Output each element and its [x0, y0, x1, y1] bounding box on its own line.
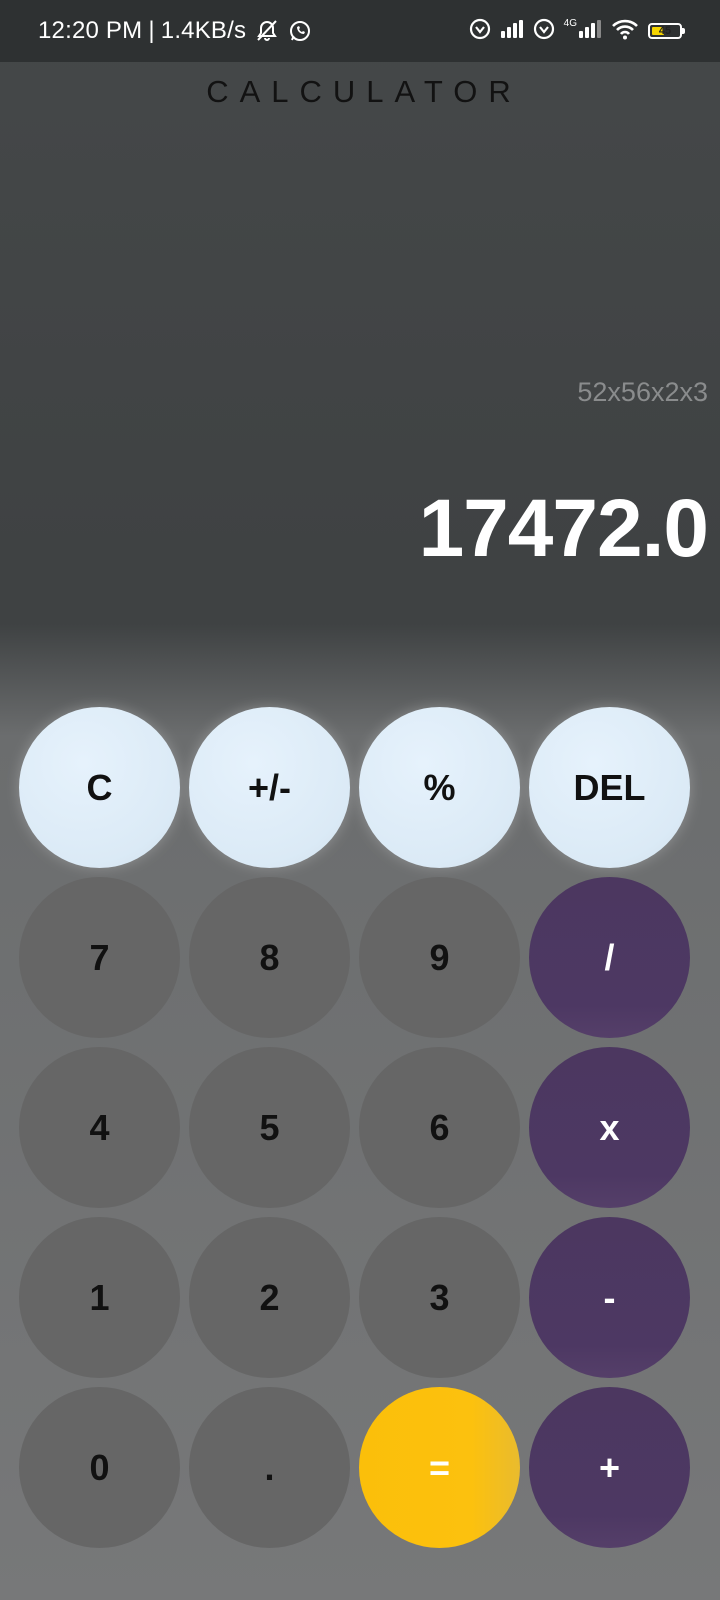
delete-button[interactable]: DEL: [529, 707, 690, 868]
digit-4-button[interactable]: 4: [19, 1047, 180, 1208]
digit-8-label: 8: [259, 936, 280, 978]
digit-0-label: 0: [89, 1446, 110, 1488]
battery-level: 45: [658, 25, 672, 37]
digit-9-label: 9: [429, 936, 450, 978]
digit-6-button[interactable]: 6: [359, 1047, 520, 1208]
digit-7-button[interactable]: 7: [19, 877, 180, 1038]
wifi-icon: [611, 18, 639, 45]
status-left: 12:20 PM | 1.4KB/s: [38, 17, 312, 45]
subtract-button[interactable]: -: [529, 1217, 690, 1378]
digit-2-button[interactable]: 2: [189, 1217, 350, 1378]
network-type-label: 4G: [563, 17, 577, 29]
status-bar: 12:20 PM | 1.4KB/s 4G 45: [0, 0, 720, 62]
percent-button[interactable]: %: [359, 707, 520, 868]
clear-label: C: [86, 766, 113, 808]
vpn-icon: [469, 18, 491, 45]
calculator-screen: 12:20 PM | 1.4KB/s 4G 45 CALCULATOR 52x5…: [0, 0, 720, 1600]
digit-6-label: 6: [429, 1106, 450, 1148]
vibrate-off-icon: [254, 19, 280, 43]
delete-label: DEL: [573, 766, 646, 808]
status-right: 4G 45: [469, 17, 685, 45]
multiply-label: x: [599, 1106, 620, 1148]
sign-toggle-button[interactable]: +/-: [189, 707, 350, 868]
result-display: 17472.0: [418, 483, 709, 574]
digit-5-button[interactable]: 5: [189, 1047, 350, 1208]
status-separator: |: [148, 17, 155, 44]
digit-4-label: 4: [89, 1106, 110, 1148]
clear-button[interactable]: C: [19, 707, 180, 868]
add-label: +: [598, 1446, 621, 1488]
digit-8-button[interactable]: 8: [189, 877, 350, 1038]
digit-3-label: 3: [429, 1276, 450, 1318]
digit-0-button[interactable]: 0: [19, 1387, 180, 1548]
multiply-button[interactable]: x: [529, 1047, 690, 1208]
keypad: C +/-% DEL 7 8 9 / 4 5 6 x 1 2 3 - 0. = +: [19, 707, 703, 1548]
digit-1-label: 1: [89, 1276, 110, 1318]
digit-2-label: 2: [259, 1276, 280, 1318]
digit-5-label: 5: [259, 1106, 280, 1148]
digit-9-button[interactable]: 9: [359, 877, 520, 1038]
digit-3-button[interactable]: 3: [359, 1217, 520, 1378]
battery-icon: 45: [648, 23, 685, 39]
subtract-label: -: [603, 1276, 616, 1318]
sign-toggle-label: +/-: [247, 766, 291, 808]
signal-4g-icon: [578, 19, 602, 44]
digit-1-button[interactable]: 1: [19, 1217, 180, 1378]
vpn-icon: [533, 18, 555, 45]
add-button[interactable]: +: [529, 1387, 690, 1548]
decimal-label: .: [264, 1446, 275, 1488]
digit-7-label: 7: [89, 936, 110, 978]
decimal-button[interactable]: .: [189, 1387, 350, 1548]
signal-icon: [500, 19, 524, 44]
app-title: CALCULATOR: [206, 74, 522, 109]
status-time: 12:20 PM: [38, 17, 143, 44]
status-net-speed: 1.4KB/s: [160, 17, 247, 44]
equals-button[interactable]: =: [359, 1387, 520, 1548]
percent-label: %: [423, 766, 456, 808]
divide-label: /: [604, 936, 615, 978]
divide-button[interactable]: /: [529, 877, 690, 1038]
whatsapp-icon: [288, 19, 312, 43]
expression-display: 52x56x2x3: [577, 377, 708, 407]
equals-label: =: [428, 1446, 451, 1488]
